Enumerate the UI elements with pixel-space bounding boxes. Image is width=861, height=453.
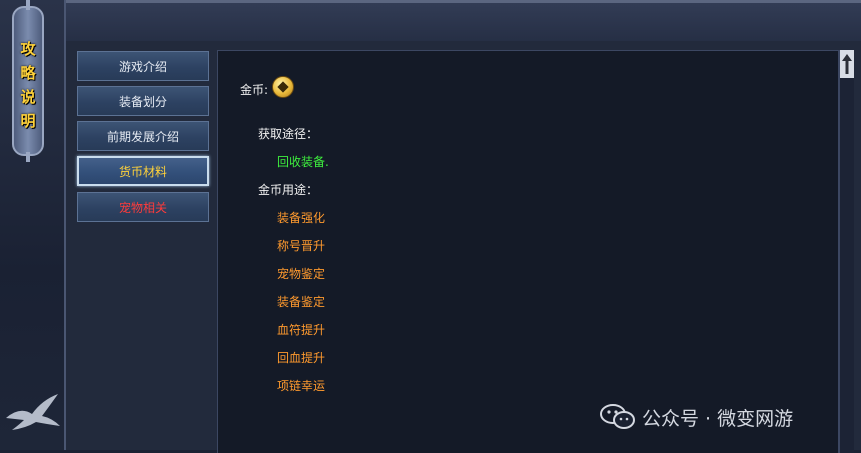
crane-icon <box>6 394 60 430</box>
main-frame: 游戏介绍 装备划分 前期发展介绍 货币材料 宠物相关 <box>66 0 861 453</box>
guide-banner: 攻 略 说 明 <box>12 0 44 162</box>
left-decor-strip: 攻 略 说 明 <box>0 0 66 450</box>
banner-char: 略 <box>20 64 36 82</box>
usage-item: 项链幸运 <box>277 379 326 393</box>
tab-equipment-division[interactable]: 装备划分 <box>77 86 209 116</box>
banner-char: 明 <box>20 112 36 130</box>
arrow-up-icon <box>842 54 852 74</box>
tab-pets[interactable]: 宠物相关 <box>77 192 209 222</box>
currency-label: 金币: <box>240 83 269 97</box>
watermark: 公众号 · 微变网游 <box>600 402 793 432</box>
obtain-heading: 获取途径： <box>258 127 319 141</box>
banner-char: 说 <box>20 88 36 106</box>
usage-item: 装备鉴定 <box>277 295 326 309</box>
usage-heading: 金币用途： <box>258 183 319 197</box>
usage-item: 血符提升 <box>277 323 326 337</box>
usage-item: 宠物鉴定 <box>277 267 326 281</box>
usage-item: 称号晋升 <box>277 239 326 253</box>
scroll-up-button[interactable] <box>840 50 854 78</box>
gold-coin-icon <box>272 76 294 98</box>
usage-item: 装备强化 <box>277 211 326 225</box>
tab-currency-materials[interactable]: 货币材料 <box>77 156 209 186</box>
tab-early-development[interactable]: 前期发展介绍 <box>77 121 209 151</box>
obtain-item: 回收装备. <box>277 155 329 169</box>
tab-game-intro[interactable]: 游戏介绍 <box>77 51 209 81</box>
banner-char: 攻 <box>20 40 36 58</box>
scrollbar[interactable] <box>839 50 854 453</box>
usage-item: 回血提升 <box>277 351 326 365</box>
top-bar <box>66 3 861 41</box>
watermark-text: 公众号 · 微变网游 <box>642 407 794 430</box>
wechat-icon <box>600 404 635 429</box>
